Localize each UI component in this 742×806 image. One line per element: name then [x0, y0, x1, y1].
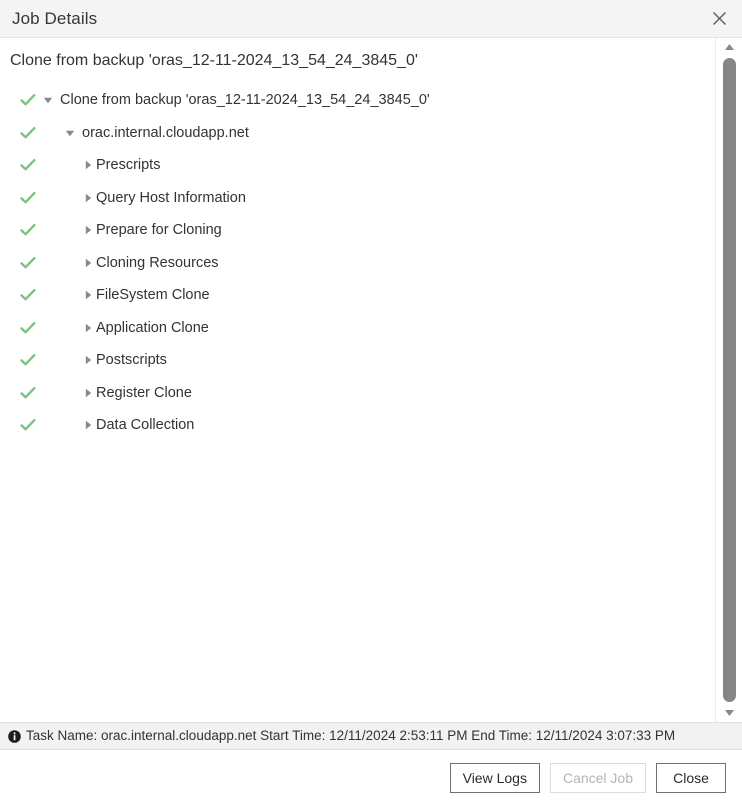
- caret-right-icon[interactable]: [82, 257, 94, 269]
- dialog-body: Clone from backup 'oras_12-11-2024_13_54…: [0, 38, 742, 722]
- tree-row[interactable]: Prepare for Cloning: [0, 214, 715, 247]
- dialog-title: Job Details: [12, 9, 98, 28]
- tree-row[interactable]: Cloning Resources: [0, 247, 715, 280]
- job-task-tree: Clone from backup 'oras_12-11-2024_13_54…: [0, 84, 715, 442]
- close-icon[interactable]: [706, 6, 732, 32]
- dialog-footer: View Logs Cancel Job Close: [0, 750, 742, 806]
- tree-row[interactable]: orac.internal.cloudapp.net: [0, 117, 715, 150]
- caret-right-icon[interactable]: [82, 224, 94, 236]
- tree-row[interactable]: Prescripts: [0, 149, 715, 182]
- success-check-icon: [20, 289, 36, 301]
- tree-row[interactable]: Clone from backup 'oras_12-11-2024_13_54…: [0, 84, 715, 117]
- tree-row[interactable]: Query Host Information: [0, 182, 715, 215]
- info-icon: [8, 729, 21, 743]
- success-check-icon: [20, 159, 36, 171]
- caret-right-icon[interactable]: [82, 419, 94, 431]
- tree-row[interactable]: Application Clone: [0, 312, 715, 345]
- job-details-dialog: Job Details Clone from backup 'oras_12-1…: [0, 0, 742, 806]
- view-logs-button[interactable]: View Logs: [449, 763, 540, 793]
- caret-right-icon[interactable]: [82, 387, 94, 399]
- tree-row[interactable]: Postscripts: [0, 344, 715, 377]
- status-bar: Task Name: orac.internal.cloudapp.net St…: [0, 722, 742, 750]
- caret-down-icon[interactable]: [42, 94, 54, 106]
- tree-node-label: orac.internal.cloudapp.net: [82, 124, 249, 141]
- caret-down-icon[interactable]: [716, 704, 742, 722]
- caret-up-icon[interactable]: [716, 38, 742, 56]
- scrollbar-thumb[interactable]: [723, 58, 736, 702]
- success-check-icon: [20, 224, 36, 236]
- page-title: Clone from backup 'oras_12-11-2024_13_54…: [10, 52, 418, 69]
- success-check-icon: [20, 94, 36, 106]
- close-button[interactable]: Close: [656, 763, 726, 793]
- caret-right-icon[interactable]: [82, 192, 94, 204]
- success-check-icon: [20, 126, 36, 139]
- caret-right-icon[interactable]: [82, 354, 94, 366]
- caret-right-icon[interactable]: [82, 289, 94, 301]
- success-check-icon: [20, 256, 36, 269]
- caret-down-icon[interactable]: [64, 127, 76, 139]
- tree-row[interactable]: Data Collection: [0, 409, 715, 442]
- caret-right-icon[interactable]: [82, 322, 94, 334]
- success-check-icon: [20, 386, 36, 399]
- success-check-icon: [20, 191, 36, 204]
- status-bar-text: Task Name: orac.internal.cloudapp.net St…: [26, 728, 676, 744]
- tree-row[interactable]: Register Clone: [0, 377, 715, 410]
- vertical-scrollbar[interactable]: [715, 38, 742, 722]
- job-content: Clone from backup 'oras_12-11-2024_13_54…: [0, 38, 715, 722]
- success-check-icon: [20, 354, 36, 366]
- success-check-icon: [20, 321, 36, 334]
- success-check-icon: [20, 419, 36, 431]
- tree-node-label: Clone from backup 'oras_12-11-2024_13_54…: [60, 92, 430, 109]
- tree-node-label: Query Host Information: [96, 189, 246, 206]
- dialog-titlebar: Job Details: [0, 0, 742, 38]
- cancel-job-button: Cancel Job: [549, 763, 646, 793]
- caret-right-icon[interactable]: [82, 159, 94, 171]
- tree-row[interactable]: FileSystem Clone: [0, 279, 715, 312]
